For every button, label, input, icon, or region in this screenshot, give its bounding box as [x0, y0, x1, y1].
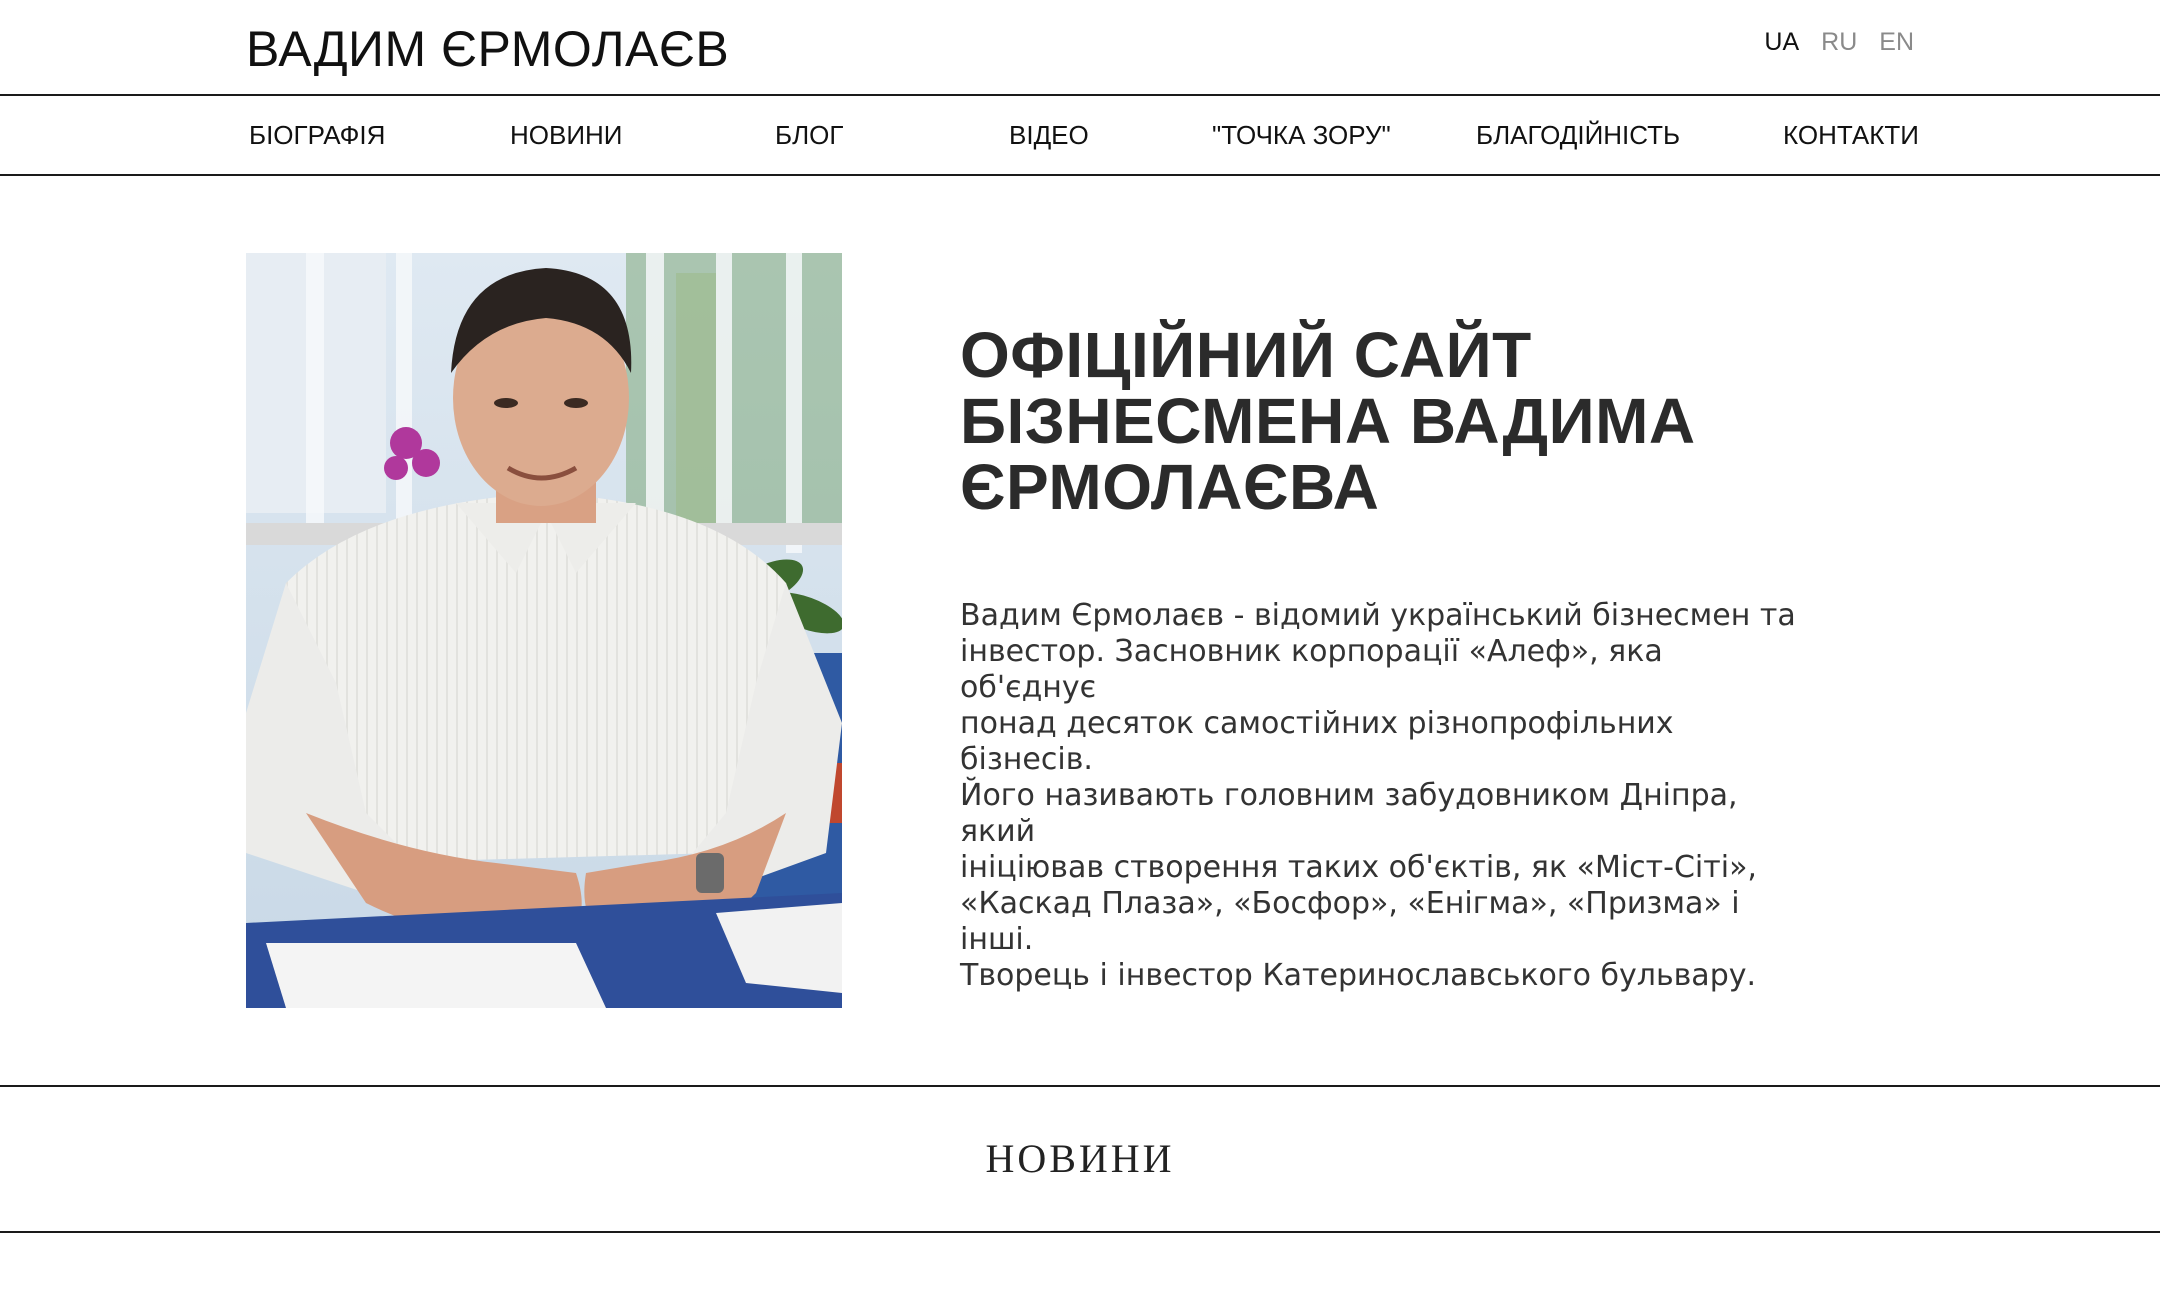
- hero-title-line: ОФІЦІЙНИЙ САЙТ: [960, 319, 1532, 391]
- hero-title: ОФІЦІЙНИЙ САЙТ БІЗНЕСМЕНА ВАДИМА ЄРМОЛАЄ…: [960, 322, 1840, 520]
- nav-item-charity[interactable]: БЛАГОДІЙНІСТЬ: [1476, 120, 1680, 151]
- nav-item-contacts[interactable]: КОНТАКТИ: [1783, 120, 1919, 151]
- portrait-illustration: [246, 253, 842, 1008]
- nav-item-point-of-view[interactable]: "ТОЧКА ЗОРУ": [1212, 120, 1391, 151]
- lang-ua[interactable]: UA: [1764, 28, 1799, 57]
- nav-item-biography[interactable]: БІОГРАФІЯ: [249, 120, 385, 151]
- news-heading: НОВИНИ: [985, 1136, 1175, 1181]
- nav-item-video[interactable]: ВІДЕО: [1009, 120, 1089, 151]
- hero-text-line: понад десяток самостійних різнопрофільни…: [960, 706, 1674, 777]
- site-header: ВАДИМ ЄРМОЛАЄВ UA RU EN: [0, 0, 2160, 96]
- site-title[interactable]: ВАДИМ ЄРМОЛАЄВ: [246, 20, 729, 78]
- nav-item-news[interactable]: НОВИНИ: [510, 120, 623, 151]
- lang-en[interactable]: EN: [1879, 28, 1914, 57]
- hero-text-line: Творець і інвестор Катеринославського бу…: [960, 958, 1757, 993]
- hero-text-line: інвестор. Засновник корпорації «Алеф», я…: [960, 634, 1663, 705]
- hero-text-line: Його називають головним забудовником Дні…: [960, 778, 1738, 849]
- main-nav: БІОГРАФІЯ НОВИНИ БЛОГ ВІДЕО "ТОЧКА ЗОРУ"…: [0, 96, 2160, 176]
- hero-description: Вадим Єрмолаєв - відомий український біз…: [960, 598, 1800, 994]
- news-section: НОВИНИ: [0, 1085, 2160, 1233]
- nav-item-blog[interactable]: БЛОГ: [775, 120, 843, 151]
- portrait-photo: [246, 253, 842, 1008]
- language-switcher: UA RU EN: [1764, 28, 1914, 57]
- lang-ru[interactable]: RU: [1821, 28, 1857, 57]
- hero-text-line: Вадим Єрмолаєв - відомий український біз…: [960, 598, 1796, 633]
- hero-title-line: ЄРМОЛАЄВА: [960, 451, 1380, 523]
- hero-text-line: «Каскад Плаза», «Босфор», «Енігма», «При…: [960, 886, 1740, 957]
- hero-title-line: БІЗНЕСМЕНА ВАДИМА: [960, 385, 1696, 457]
- hero-text-line: ініціював створення таких об'єктів, як «…: [960, 850, 1757, 885]
